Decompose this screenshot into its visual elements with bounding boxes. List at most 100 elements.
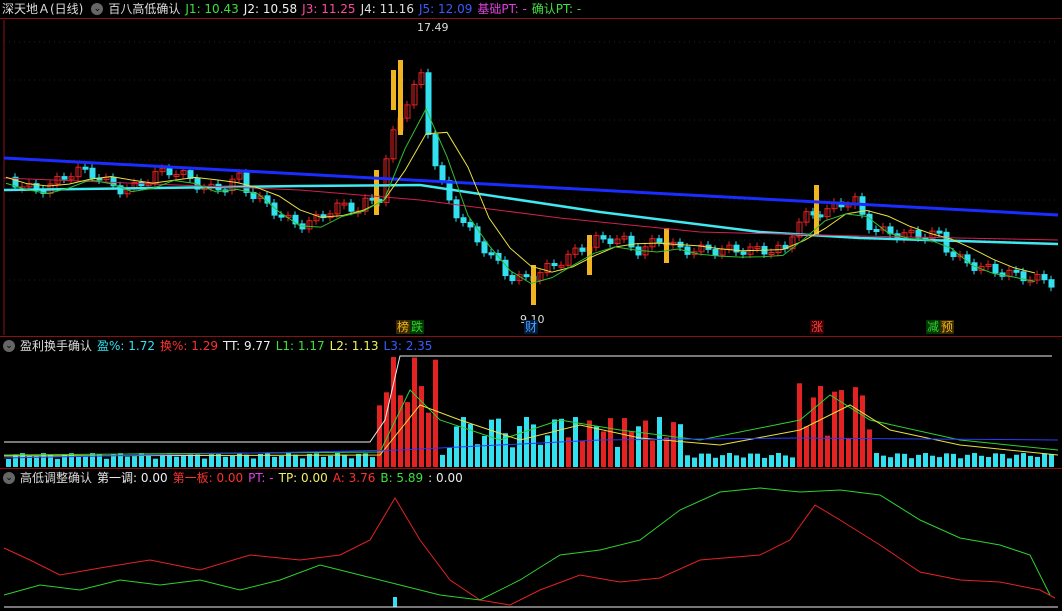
candle: [467, 221, 474, 228]
volume-bar: [1000, 453, 1005, 467]
volume-bar: [601, 431, 606, 467]
event-tag[interactable]: 跌: [410, 320, 425, 334]
volume-bar: [195, 454, 200, 467]
volume-bar: [846, 438, 851, 467]
volume-bar: [377, 405, 382, 467]
volume-bar: [769, 455, 774, 467]
candle: [453, 199, 460, 219]
candle: [950, 251, 957, 258]
volume-bar: [419, 386, 424, 467]
volume-bar: [55, 458, 60, 467]
volume-bar: [181, 456, 186, 467]
volume-bar: [482, 435, 487, 467]
volume-bar: [860, 395, 865, 467]
volume-bar: [685, 455, 690, 467]
chart-canvas[interactable]: 17.49 9.10: [0, 0, 1062, 611]
volume-bar: [258, 454, 263, 467]
volume-bar: [671, 422, 676, 467]
volume-bar: [475, 444, 480, 467]
candle: [915, 229, 922, 239]
volume-bar: [594, 426, 599, 467]
volume-bar: [517, 426, 522, 467]
volume-bar: [531, 424, 536, 467]
volume-bar: [965, 454, 970, 467]
volume-bar: [307, 453, 312, 467]
volume-bar: [972, 453, 977, 467]
candle: [523, 274, 530, 278]
volume-bar: [643, 420, 648, 467]
volume-bar: [279, 455, 284, 467]
volume-bar: [300, 458, 305, 467]
volume-bar: [440, 454, 445, 467]
volume-bar: [692, 457, 697, 467]
volume-bar: [321, 456, 326, 467]
volume-bar: [895, 453, 900, 467]
volume-bar: [552, 419, 557, 467]
candle: [936, 230, 943, 234]
a-line: [3, 497, 1056, 606]
volume-bar: [447, 447, 452, 467]
volume-bar: [83, 456, 88, 467]
volume-bar: [727, 453, 732, 467]
volume-bar: [930, 455, 935, 467]
event-tag[interactable]: 涨: [810, 320, 825, 334]
first-board-bar: [393, 597, 397, 607]
candle: [740, 251, 747, 255]
high-price-label: 17.49: [417, 21, 449, 34]
moving-average-lines: [3, 107, 1059, 285]
candle: [432, 133, 439, 167]
volume-bar: [944, 453, 949, 467]
volume-bar: [832, 391, 837, 467]
volume-bar: [797, 383, 802, 467]
volume-bar: [510, 447, 515, 467]
volume-bar: [741, 457, 746, 467]
volume-bar: [153, 458, 158, 467]
volume-bar: [902, 453, 907, 467]
volume-bar: [573, 417, 578, 467]
volume-bar: [6, 459, 11, 467]
event-tag[interactable]: 预: [940, 320, 955, 334]
volume-bar: [90, 453, 95, 467]
candle: [600, 235, 607, 240]
event-tag[interactable]: 财: [524, 320, 539, 334]
candle: [873, 229, 880, 233]
event-tag[interactable]: 榜: [396, 320, 411, 334]
volume-bar: [1028, 455, 1033, 467]
volume-bar: [76, 456, 81, 467]
volume-bar: [209, 454, 214, 467]
volume-bar: [818, 385, 823, 467]
volume-bar: [545, 435, 550, 467]
candle: [712, 248, 719, 256]
volume-bar: [720, 455, 725, 467]
volume-bar: [293, 454, 298, 467]
candle: [509, 275, 516, 282]
volume-bar: [132, 456, 137, 467]
volume-bar: [426, 412, 431, 467]
candle: [348, 202, 355, 212]
volume-bar: [748, 453, 753, 467]
candle: [89, 167, 96, 179]
volume-bar: [825, 435, 830, 467]
volume-bar: [202, 458, 207, 467]
volume-bar: [104, 458, 109, 467]
turnover-histogram: [3, 355, 1059, 467]
volume-bar: [888, 457, 893, 467]
volume-bar: [1042, 453, 1047, 467]
volume-bar: [958, 458, 963, 467]
candle: [166, 167, 173, 176]
candle: [460, 217, 467, 223]
volume-bar: [1007, 458, 1012, 467]
volume-bar: [34, 456, 39, 467]
candle: [243, 172, 250, 193]
candle: [82, 166, 89, 170]
volume-bar: [762, 457, 767, 467]
signal-candle: [391, 70, 396, 110]
ma-line-yellow: [5, 131, 1036, 274]
volume-bar: [538, 444, 543, 467]
volume-bar: [608, 418, 613, 467]
candle: [628, 235, 635, 248]
event-tag[interactable]: 减: [926, 320, 941, 334]
volume-bar: [790, 457, 795, 467]
volume-bar: [41, 453, 46, 467]
volume-bar: [706, 453, 711, 467]
